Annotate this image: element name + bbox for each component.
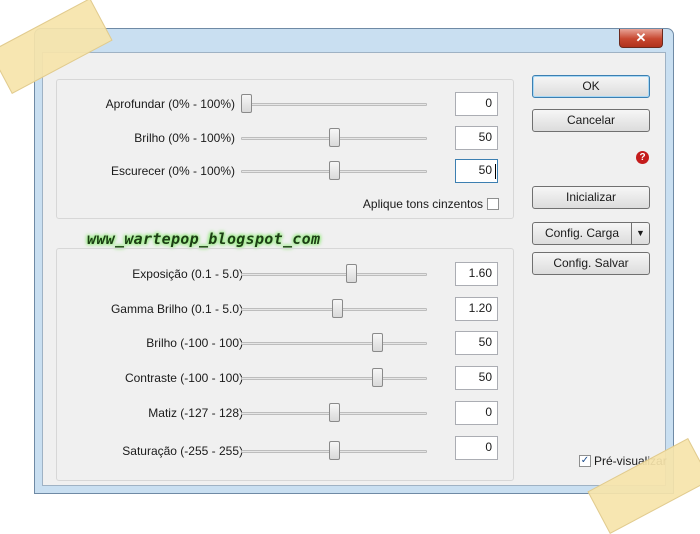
preview-checkbox[interactable]: ✓: [579, 455, 591, 467]
slider-label-aprofundar: Aprofundar (0% - 100%): [105, 97, 235, 111]
slider-track-exposicao[interactable]: [241, 273, 427, 276]
slider-label-saturacao: Saturação (-255 - 255): [122, 444, 243, 458]
dialog-client-area: Aprofundar (0% - 100%) 0 Brilho (0% - 10…: [42, 52, 667, 486]
grayscale-label: Aplique tons cinzentos: [362, 197, 483, 211]
reset-button[interactable]: Inicializar: [532, 186, 650, 209]
slider-thumb-contraste[interactable]: [372, 368, 384, 387]
slider-thumb-escurecer[interactable]: [328, 161, 340, 180]
load-settings-button[interactable]: Config. Carga: [532, 222, 632, 245]
slider-track-aprofundar[interactable]: [241, 103, 427, 106]
slider-thumb-brilho[interactable]: [328, 128, 340, 147]
value-input-contraste[interactable]: 50: [455, 366, 498, 390]
text-caret: [495, 164, 496, 179]
slider-label-escurecer: Escurecer (0% - 100%): [110, 164, 235, 178]
slider-thumb-matiz[interactable]: [328, 403, 340, 422]
ok-button[interactable]: OK: [532, 75, 650, 98]
value-input-saturacao[interactable]: 0: [455, 436, 498, 460]
chevron-down-icon[interactable]: ▼: [631, 222, 650, 245]
slider-thumb-saturacao[interactable]: [328, 441, 340, 460]
value-input-gamma[interactable]: 1.20: [455, 297, 498, 321]
value-input-brilho-2[interactable]: 50: [455, 331, 498, 355]
levels-group: Aprofundar (0% - 100%) 0 Brilho (0% - 10…: [56, 79, 514, 219]
adjustments-group: Exposição (0.1 - 5.0) 1.60 Gamma Brilho …: [56, 248, 514, 481]
title-bar[interactable]: ✕: [35, 29, 673, 51]
value-input-aprofundar[interactable]: 0: [455, 92, 498, 116]
slider-label-exposicao: Exposição (0.1 - 5.0): [132, 267, 243, 281]
save-settings-button[interactable]: Config. Salvar: [532, 252, 650, 275]
slider-thumb-brilho-2[interactable]: [372, 333, 384, 352]
slider-thumb-aprofundar[interactable]: [241, 94, 252, 113]
watermark-text: www_wartepop_blogspot_com: [87, 230, 321, 248]
dialog-window: ✕ Aprofundar (0% - 100%) 0 Brilho (0% - …: [34, 28, 674, 494]
grayscale-checkbox[interactable]: [487, 198, 499, 210]
value-input-escurecer[interactable]: 50: [455, 159, 498, 183]
value-input-brilho[interactable]: 50: [455, 126, 498, 150]
value-input-matiz[interactable]: 0: [455, 401, 498, 425]
slider-thumb-gamma[interactable]: [332, 299, 343, 318]
slider-label-gamma: Gamma Brilho (0.1 - 5.0): [110, 302, 243, 316]
cancel-button[interactable]: Cancelar: [532, 109, 650, 132]
slider-track-contraste[interactable]: [241, 377, 427, 380]
close-button[interactable]: ✕: [619, 29, 663, 48]
slider-label-brilho-2: Brilho (-100 - 100): [146, 336, 243, 350]
slider-label-matiz: Matiz (-127 - 128): [148, 406, 243, 420]
slider-label-brilho: Brilho (0% - 100%): [134, 131, 235, 145]
slider-thumb-exposicao[interactable]: [346, 264, 357, 283]
slider-track-brilho-2[interactable]: [241, 342, 427, 345]
value-input-exposicao[interactable]: 1.60: [455, 262, 498, 286]
question-icon[interactable]: ?: [636, 151, 649, 164]
slider-label-contraste: Contraste (-100 - 100): [124, 371, 243, 385]
